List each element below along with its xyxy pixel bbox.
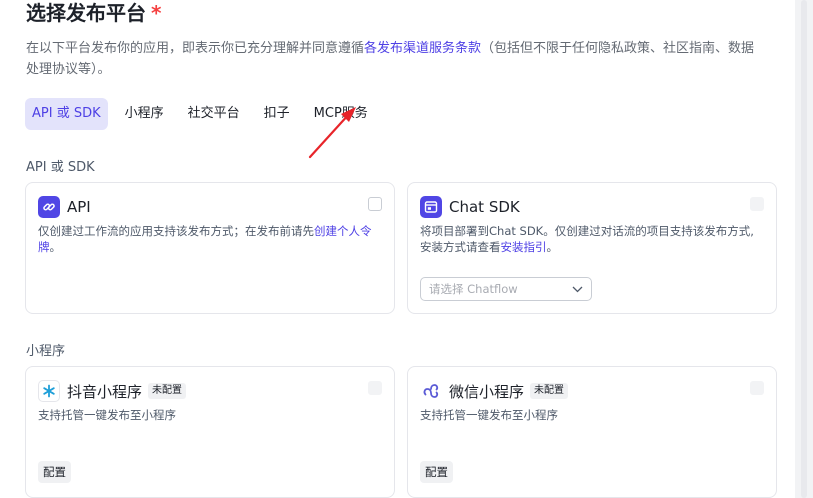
chevron-down-icon — [572, 286, 583, 292]
chat-sdk-card[interactable]: Chat SDK 将项目部署到Chat SDK。仅创建过对话流的项目支持该发布方… — [407, 182, 777, 314]
chatflow-select-placeholder: 请选择 Chatflow — [429, 282, 518, 296]
tab-social-platform[interactable]: 社交平台 — [181, 98, 247, 130]
section-label-mini-program: 小程序 — [26, 344, 66, 359]
chat-sdk-card-title: Chat SDK — [449, 198, 520, 216]
api-card-title: API — [67, 198, 91, 216]
scrollbar-track[interactable] — [801, 0, 807, 498]
required-mark: * — [151, 1, 162, 25]
section-label-api-sdk: API 或 SDK — [26, 160, 95, 175]
terms-link[interactable]: 各发布渠道服务条款 — [364, 41, 481, 56]
douyin-card-description: 支持托管一键发布至小程序 — [38, 408, 176, 422]
tab-coze[interactable]: 扣子 — [257, 98, 297, 130]
annotation-arrow-icon — [308, 107, 356, 159]
douyin-config-button[interactable]: 配置 — [38, 461, 71, 483]
page-title: 选择发布平台 * — [26, 1, 162, 25]
wechat-checkbox[interactable] — [750, 381, 764, 395]
chat-sdk-card-description: 将项目部署到Chat SDK。仅创建过对话流的项目支持该发布方式,安装方式请查看… — [420, 224, 754, 254]
api-card[interactable]: API 仅创建过工作流的应用支持该发布方式；在发布前请先创建个人令牌。 — [25, 182, 395, 314]
douyin-status-badge: 未配置 — [148, 383, 187, 399]
wechat-status-badge: 未配置 — [530, 383, 569, 399]
install-guide-link[interactable]: 安装指引 — [501, 240, 547, 254]
tab-api-sdk[interactable]: API 或 SDK — [25, 98, 108, 130]
douyin-card-title: 抖音小程序 — [67, 382, 143, 401]
publish-page: 选择发布平台 * 在以下平台发布你的应用，即表示你已充分理解并同意遵循各发布渠道服… — [0, 0, 795, 498]
tab-mini-program[interactable]: 小程序 — [118, 98, 171, 130]
vertical-scrollbar[interactable] — [795, 0, 813, 498]
wechat-mini-program-logo-icon — [420, 380, 442, 402]
terms-description: 在以下平台发布你的应用，即表示你已充分理解并同意遵循各发布渠道服务条款（包括但不… — [26, 41, 755, 77]
wechat-config-button[interactable]: 配置 — [420, 461, 453, 483]
wechat-card-title: 微信小程序 — [449, 382, 525, 401]
api-card-description: 仅创建过工作流的应用支持该发布方式；在发布前请先创建个人令牌。 — [38, 224, 372, 254]
wechat-mini-program-card[interactable]: 微信小程序 未配置 支持托管一键发布至小程序 配置 — [407, 366, 777, 498]
browser-window-icon — [420, 196, 442, 218]
douyin-mini-program-card[interactable]: 抖音小程序 未配置 支持托管一键发布至小程序 配置 — [25, 366, 395, 498]
link-icon — [38, 196, 60, 218]
api-checkbox[interactable] — [368, 197, 382, 211]
chatflow-select[interactable]: 请选择 Chatflow — [420, 277, 592, 301]
chat-sdk-checkbox[interactable] — [750, 197, 764, 211]
douyin-logo-icon — [38, 380, 60, 402]
wechat-card-description: 支持托管一键发布至小程序 — [420, 408, 558, 422]
douyin-checkbox[interactable] — [368, 381, 382, 395]
